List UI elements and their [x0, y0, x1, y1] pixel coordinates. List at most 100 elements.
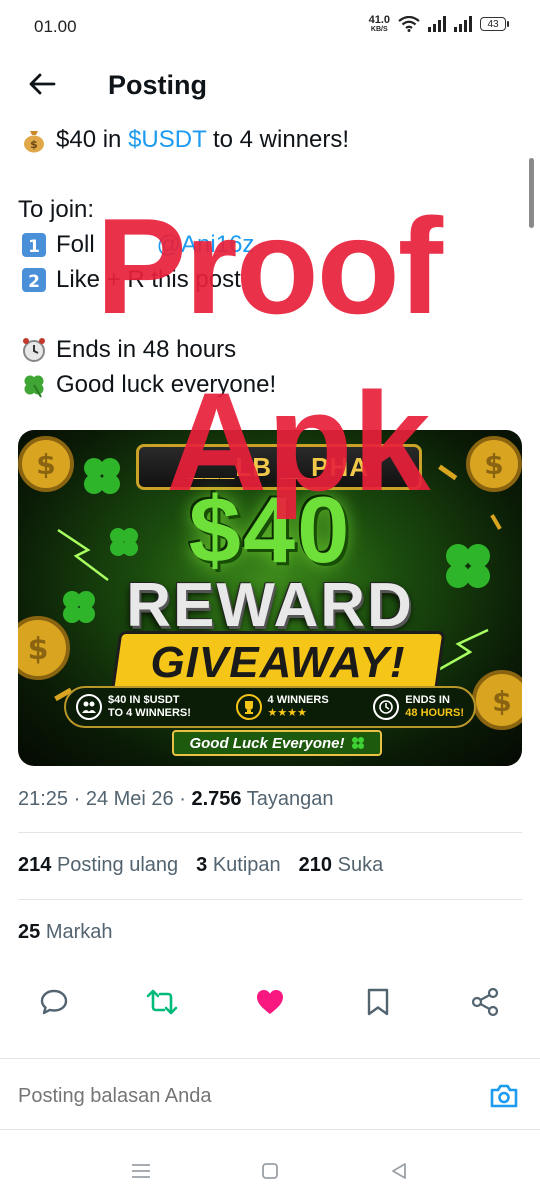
money-bag-icon: $	[18, 126, 50, 154]
post-time: 21:25	[18, 788, 69, 810]
bookmark-button[interactable]	[360, 984, 396, 1020]
good-luck-banner: Good Luck Everyone!	[172, 730, 382, 756]
bookmarks-label: Markah	[45, 921, 113, 943]
repost-button[interactable]	[144, 984, 180, 1020]
status-bar: 01.00 41.0 KB/S 43	[0, 0, 540, 52]
network-speed-unit: KB/S	[370, 26, 388, 33]
svg-text:1: 1	[28, 237, 40, 257]
reposts-count: 214	[18, 854, 52, 876]
quotes-stat[interactable]: 3 Kutipan	[196, 854, 281, 877]
engagement-stats: 214 Posting ulang 3 Kutipan 210 Suka	[18, 854, 383, 877]
back-button[interactable]	[24, 66, 60, 102]
svg-text:$: $	[492, 685, 511, 718]
menu-button[interactable]	[126, 1156, 156, 1186]
page-title: Posting	[108, 70, 207, 100]
wifi-icon	[398, 16, 420, 32]
network-speed-value: 41.0	[368, 14, 390, 26]
post-line-ends: Ends in 48 hours	[18, 332, 518, 367]
bookmarks-stat[interactable]: 25 Markah	[18, 921, 113, 944]
status-icons: 41.0 KB/S 43	[368, 14, 509, 34]
share-icon	[471, 987, 499, 1017]
keycap-2-icon: 2	[18, 266, 50, 294]
home-button[interactable]	[255, 1156, 285, 1186]
alarm-clock-icon	[18, 336, 50, 364]
info-winners-stars: ★★★★	[267, 707, 307, 719]
reply-input[interactable]	[18, 1085, 458, 1108]
square-home-icon	[262, 1163, 278, 1179]
ends-text: Ends in 48 hours	[56, 336, 237, 363]
svg-text:2: 2	[28, 272, 40, 292]
likes-count: 210	[298, 854, 333, 876]
triangle-back-icon	[392, 1163, 406, 1179]
info-strip: $40 IN $USDT TO 4 WINNERS! 4 WINNERS ★★★★ …	[64, 686, 476, 728]
clock-icon	[373, 694, 400, 720]
menu-icon	[132, 1164, 150, 1178]
info-winners-line1: 4 WINNERS	[267, 694, 329, 706]
reposts-label: Posting ulang	[56, 854, 179, 876]
info-ends-line2: 48 HOURS!	[405, 707, 464, 719]
info-ends-line1: ENDS IN	[405, 694, 450, 706]
post-line-step1: 1 Foll @Ani16z	[18, 227, 518, 262]
giveaway-heading: GIVEAWAY!	[150, 638, 406, 687]
arrow-left-icon	[29, 73, 56, 95]
views-label[interactable]: Tayangan	[247, 788, 334, 810]
mention-link[interactable]: @Ani16z	[157, 231, 255, 258]
status-time: 01.00	[34, 17, 77, 36]
reply-bar	[0, 1058, 540, 1130]
good-luck-text: Good Luck Everyone!	[189, 734, 345, 752]
trophy-icon	[235, 694, 262, 720]
prize-suffix: to 4 winners!	[206, 126, 350, 153]
svg-text:$: $	[30, 138, 38, 151]
system-navbar	[0, 1140, 540, 1200]
reward-amount: $40	[188, 477, 352, 582]
views-count: 2.756	[191, 788, 242, 810]
clover-icon	[351, 737, 364, 749]
battery-icon: 43	[480, 17, 509, 31]
post-line-luck: Good luck everyone!	[18, 367, 518, 402]
signal-icon	[428, 16, 446, 32]
keycap-1-icon: 1	[18, 231, 50, 259]
heart-icon	[257, 990, 283, 1014]
likes-stat[interactable]: 210 Suka	[299, 854, 384, 877]
bookmarks-count: 25	[18, 921, 41, 943]
post-body: $ $40 in $USDT to 4 winners! To join: 1 …	[18, 122, 518, 402]
network-speed: 41.0 KB/S	[368, 14, 390, 34]
step1-text: Foll	[56, 231, 95, 258]
divider	[18, 899, 522, 900]
join-label: To join:	[18, 196, 95, 223]
reposts-stat[interactable]: 214 Posting ulang	[18, 854, 178, 877]
quotes-count: 3	[196, 854, 208, 876]
camera-icon	[490, 1084, 518, 1108]
info-ends: ENDS IN 48 HOURS!	[373, 694, 464, 720]
camera-button[interactable]	[488, 1081, 520, 1111]
bookmark-icon	[367, 988, 389, 1016]
share-button[interactable]	[467, 984, 503, 1020]
top-bar: Posting	[0, 52, 540, 120]
divider	[18, 832, 522, 833]
post-line-prize: $ $40 in $USDT to 4 winners!	[18, 122, 518, 157]
signal-icon-2	[454, 16, 472, 32]
prize-prefix: $40 in	[56, 126, 129, 153]
people-icon	[76, 694, 102, 720]
reply-button[interactable]	[36, 984, 72, 1020]
post-line-step2: 2 Like + R this post	[18, 262, 518, 297]
scrollbar[interactable]	[529, 158, 534, 228]
repost-icon	[146, 989, 178, 1015]
info-prize-line2: TO 4 WINNERS!	[108, 707, 191, 719]
info-winners: 4 WINNERS ★★★★	[235, 694, 329, 720]
reply-bubble-icon	[40, 989, 68, 1015]
reward-heading: REWARD	[126, 571, 414, 640]
luck-text: Good luck everyone!	[56, 371, 277, 398]
four-leaf-clover-icon	[18, 371, 50, 399]
cashtag-link[interactable]: $USDT	[128, 126, 206, 153]
post-date: 24 Mei 26	[85, 788, 174, 810]
action-bar	[0, 980, 540, 1026]
info-prize-line1: $40 IN $USDT	[108, 694, 180, 706]
step2-text: Like + R this post	[56, 266, 241, 293]
quotes-label: Kutipan	[212, 854, 281, 876]
system-back-button[interactable]	[384, 1156, 414, 1186]
info-prize: $40 IN $USDT TO 4 WINNERS!	[76, 694, 191, 720]
like-button[interactable]	[252, 984, 288, 1020]
post-image[interactable]: $ $ $ $ ___LB __PHA $40 REWARD GIVEAWAY!	[18, 430, 522, 766]
likes-label: Suka	[337, 854, 384, 876]
